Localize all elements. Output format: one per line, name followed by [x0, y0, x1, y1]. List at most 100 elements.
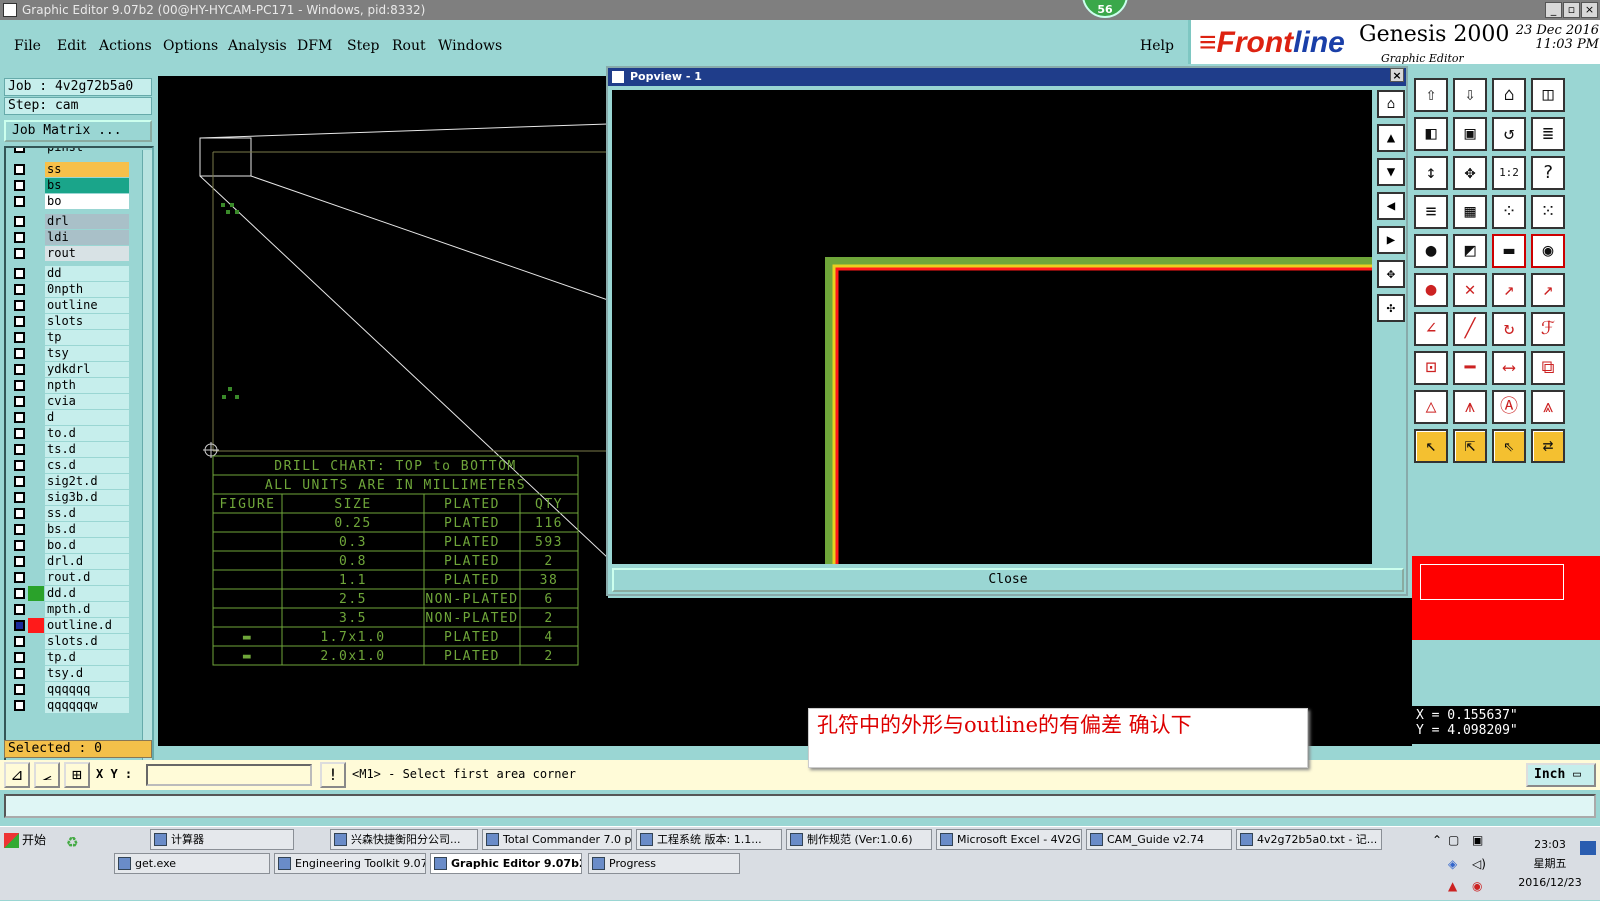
layer-checkbox[interactable] — [14, 652, 25, 663]
layer-checkbox[interactable] — [14, 164, 25, 175]
layer-checkbox[interactable] — [14, 460, 25, 471]
taskbar-button[interactable]: 4v2g72b5a0.txt - 记... — [1236, 829, 1382, 850]
move-down-icon[interactable]: ⇩ — [1453, 78, 1487, 112]
vertex-icon[interactable]: ⩚ — [1453, 390, 1487, 424]
tray-app-icon[interactable]: ▢ — [1448, 833, 1459, 847]
layer-color-swatch[interactable] — [28, 346, 44, 361]
layer-row[interactable]: tsy — [8, 346, 136, 361]
circle-icon[interactable]: ◉ — [1531, 234, 1565, 268]
layer-checkbox[interactable] — [14, 572, 25, 583]
shift-left-icon[interactable]: ◧ — [1414, 117, 1448, 151]
layer-color-swatch[interactable] — [28, 148, 44, 155]
layer-name[interactable]: cs.d — [45, 458, 129, 473]
menu-analysis[interactable]: Analysis — [228, 38, 287, 54]
layer-checkbox[interactable] — [14, 332, 25, 343]
layer-name[interactable]: ts.d — [45, 442, 129, 457]
layer-checkbox[interactable] — [14, 232, 25, 243]
move-icon[interactable]: ✥ — [1453, 156, 1487, 190]
taskbar-button[interactable]: 工程系统 版本: 1.1... — [636, 829, 782, 850]
taskbar-button[interactable]: 计算器 — [150, 829, 294, 850]
angle-icon[interactable]: ∠ — [1414, 312, 1448, 346]
layer-row[interactable]: ss.d — [8, 506, 136, 521]
layer-color-swatch[interactable] — [28, 490, 44, 505]
layer-row[interactable]: d — [8, 410, 136, 425]
layer-color-swatch[interactable] — [28, 538, 44, 553]
layer-checkbox[interactable] — [14, 348, 25, 359]
layer-color-swatch[interactable] — [28, 378, 44, 393]
undo-icon[interactable]: ↺ — [1492, 117, 1526, 151]
layer-row[interactable]: drl — [8, 214, 136, 229]
layer-row[interactable]: bs.d — [8, 522, 136, 537]
clock[interactable]: 23:03 星期五 2016/12/23 — [1510, 835, 1590, 892]
line-edit-icon[interactable]: ↗ — [1531, 273, 1565, 307]
layer-color-swatch[interactable] — [28, 682, 44, 697]
layer-name[interactable]: tsy.d — [45, 666, 129, 681]
layer-row[interactable]: cs.d — [8, 458, 136, 473]
layer-name[interactable]: mpth.d — [45, 602, 129, 617]
layer-checkbox[interactable] — [14, 180, 25, 191]
node-icon[interactable]: ● — [1414, 273, 1448, 307]
minimize-button[interactable]: _ — [1545, 2, 1562, 18]
menu-help[interactable]: Help — [1140, 38, 1174, 54]
layer-checkbox[interactable] — [14, 508, 25, 519]
layer-color-swatch[interactable] — [28, 394, 44, 409]
layer-name[interactable]: bs.d — [45, 522, 129, 537]
move-up-icon[interactable]: ⇧ — [1414, 78, 1448, 112]
layer-color-swatch[interactable] — [28, 554, 44, 569]
layer-name[interactable]: slots — [45, 314, 129, 329]
layer-color-swatch[interactable] — [28, 522, 44, 537]
layer-row[interactable]: outline.d — [8, 618, 136, 633]
tray-expand-icon[interactable]: ⌃ — [1432, 833, 1442, 847]
layer-name[interactable]: tp — [45, 330, 129, 345]
layer-row[interactable]: 0npth — [8, 282, 136, 297]
layer-color-swatch[interactable] — [28, 230, 44, 245]
layer-row[interactable]: slots.d — [8, 634, 136, 649]
layer-name[interactable]: qqqqqq — [45, 682, 129, 697]
layer-row[interactable]: npth — [8, 378, 136, 393]
layer-color-swatch[interactable] — [28, 330, 44, 345]
layer-checkbox[interactable] — [14, 604, 25, 615]
layer-row[interactable]: bo — [8, 194, 136, 209]
select-mode-icon[interactable]: ⊿ — [4, 762, 30, 788]
layer-color-swatch[interactable] — [28, 194, 44, 209]
help-icon[interactable]: ? — [1531, 156, 1565, 190]
layer-color-swatch[interactable] — [28, 442, 44, 457]
layer-row[interactable]: tp.d — [8, 650, 136, 665]
fit-icon[interactable]: ✥ — [1377, 260, 1405, 288]
layer-name[interactable]: ss — [45, 162, 129, 177]
layer-color-swatch[interactable] — [28, 570, 44, 585]
start-button[interactable]: 开始 — [2, 829, 50, 853]
menu-step[interactable]: Step — [347, 38, 379, 54]
taskbar-button[interactable]: Graphic Editor 9.07b2 ... — [430, 853, 582, 874]
snap-icon[interactable]: ⊡ — [1414, 351, 1448, 385]
layer-row[interactable]: slots — [8, 314, 136, 329]
layer-name[interactable]: drl.d — [45, 554, 129, 569]
layer-color-swatch[interactable] — [28, 634, 44, 649]
layers-a-icon[interactable]: ⁘ — [1492, 195, 1526, 229]
layer-name[interactable]: 0npth — [45, 282, 129, 297]
copy-icon[interactable]: ⧉ — [1531, 351, 1565, 385]
menu-edit[interactable]: Edit — [57, 38, 86, 54]
menu-dfm[interactable]: DFM — [297, 38, 332, 54]
layer-color-swatch[interactable] — [28, 474, 44, 489]
layer-color-swatch[interactable] — [28, 282, 44, 297]
layers-b-icon[interactable]: ⁙ — [1531, 195, 1565, 229]
taskbar-button[interactable]: 兴森快捷衡阳分公司... — [330, 829, 478, 850]
layer-checkbox[interactable] — [14, 540, 25, 551]
layer-name[interactable]: sig3b.d — [45, 490, 129, 505]
layer-name[interactable]: rout.d — [45, 570, 129, 585]
popview-window[interactable]: Popview - 1 × Close — [606, 66, 1408, 596]
maximize-button[interactable]: ▫ — [1563, 2, 1580, 18]
layer-row[interactable]: dd — [8, 266, 136, 281]
measure-icon[interactable]: ⟷ — [1492, 351, 1526, 385]
layer-color-swatch[interactable] — [28, 458, 44, 473]
layer-checkbox[interactable] — [14, 196, 25, 207]
layer-checkbox[interactable] — [14, 380, 25, 391]
layer-checkbox[interactable] — [14, 556, 25, 567]
snap-mode-icon[interactable]: ⦟ — [34, 762, 60, 788]
layer-checkbox[interactable] — [14, 588, 25, 599]
layer-name[interactable]: ldi — [45, 230, 129, 245]
menu-actions[interactable]: Actions — [99, 38, 152, 54]
layer-color-swatch[interactable] — [28, 586, 44, 601]
layer-checkbox[interactable] — [14, 700, 25, 711]
